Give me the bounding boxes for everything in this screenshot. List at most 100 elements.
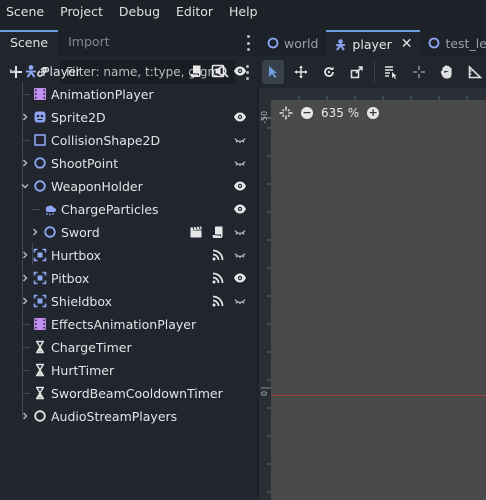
tree-node-shoot-point[interactable]: ShootPoint: [0, 152, 257, 175]
zoom-level[interactable]: 635 %: [321, 106, 359, 120]
node-indicators: [211, 294, 247, 308]
menu-debug[interactable]: Debug: [111, 0, 168, 24]
node2d-icon: [33, 179, 47, 193]
menu-scene[interactable]: Scene: [0, 0, 52, 24]
visibility-hidden-icon[interactable]: [233, 133, 247, 147]
node2d-icon: [267, 37, 279, 49]
collapse-arrow-icon[interactable]: [8, 66, 18, 76]
tree-node-effects-animation-player[interactable]: EffectsAnimationPlayer: [0, 313, 257, 336]
tab-scene[interactable]: Scene: [0, 30, 59, 56]
expand-arrow-icon[interactable]: [20, 112, 30, 122]
zoom-in-button[interactable]: +: [367, 107, 380, 119]
scene-tab-label: player: [352, 36, 392, 52]
signals-icon[interactable]: [211, 294, 225, 308]
tab-import[interactable]: Import: [58, 30, 120, 56]
scene-tab-player[interactable]: player ✕: [326, 30, 421, 56]
tree-node-animation-player[interactable]: AnimationPlayer: [0, 83, 257, 106]
tree-node-sword[interactable]: Sword: [0, 221, 257, 244]
node2d-icon: [429, 37, 440, 49]
expand-arrow-icon[interactable]: [20, 250, 30, 260]
signals-icon[interactable]: [211, 248, 225, 262]
tree-node-hurt-timer[interactable]: HurtTimer: [0, 359, 257, 382]
script-icon[interactable]: [211, 225, 225, 239]
collapse-arrow-icon[interactable]: [20, 181, 30, 191]
tree-node-player[interactable]: Player: [0, 60, 257, 83]
signals-icon[interactable]: [211, 271, 225, 285]
tree-node-label: WeaponHolder: [51, 179, 143, 194]
node2d-icon: [43, 225, 57, 239]
player-node-icon: [336, 38, 346, 51]
visibility-icon[interactable]: [233, 179, 247, 193]
expand-arrow-icon[interactable]: [20, 411, 30, 421]
ruler-corner: [259, 88, 271, 100]
timer-icon: [33, 340, 47, 354]
visibility-icon[interactable]: [233, 271, 247, 285]
timer-icon: [33, 363, 47, 377]
tree-node-shieldbox[interactable]: Shieldbox: [0, 290, 257, 313]
canvas-viewport[interactable]: -50 0 − 635 % +: [259, 88, 486, 500]
center-view-icon[interactable]: [279, 106, 293, 120]
pivot-icon: [413, 66, 426, 78]
expand-arrow-icon[interactable]: [20, 273, 30, 283]
scene-tab-test-level[interactable]: test_leve: [420, 30, 486, 56]
node-indicators: [233, 202, 247, 216]
list-select-icon: [385, 66, 398, 79]
tree-node-label: Shieldbox: [51, 294, 113, 309]
close-icon[interactable]: ✕: [401, 36, 413, 52]
visibility-hidden-icon[interactable]: [233, 294, 247, 308]
sprite2d-icon: [33, 110, 47, 124]
tree-node-pitbox[interactable]: Pitbox: [0, 267, 257, 290]
visibility-hidden-icon[interactable]: [233, 156, 247, 170]
menu-help[interactable]: Help: [221, 0, 266, 24]
menu-project[interactable]: Project: [52, 0, 111, 24]
tree-node-sword-beam-cooldown-timer[interactable]: SwordBeamCooldownTimer: [0, 382, 257, 405]
unique-name-icon[interactable]: [211, 64, 225, 78]
ruler-ticks: [261, 117, 271, 493]
pivot-button[interactable]: [408, 60, 430, 84]
expand-arrow-icon[interactable]: [30, 227, 40, 237]
tree-node-weapon-holder[interactable]: WeaponHolder: [0, 175, 257, 198]
node2d-icon: [33, 156, 47, 170]
node-indicators: [211, 271, 247, 285]
editor-area: world player ✕ test_leve: [259, 30, 486, 500]
tree-node-label: Pitbox: [51, 271, 90, 286]
visibility-icon[interactable]: [233, 64, 247, 78]
select-mode-button[interactable]: [262, 60, 284, 84]
scale-mode-button[interactable]: [346, 60, 368, 84]
zoom-out-button[interactable]: −: [301, 107, 313, 119]
menu-editor[interactable]: Editor: [168, 0, 221, 24]
node-indicators: [189, 64, 247, 78]
tree-node-collision-shape2d[interactable]: CollisionShape2D: [0, 129, 257, 152]
ruler-label-zero: 0: [260, 390, 269, 396]
visibility-hidden-icon[interactable]: [233, 225, 247, 239]
player-node-icon: [24, 64, 38, 78]
pan-mode-button[interactable]: [436, 60, 458, 84]
visibility-icon[interactable]: [233, 110, 247, 124]
tree-node-charge-timer[interactable]: ChargeTimer: [0, 336, 257, 359]
ruler-ticks: [298, 96, 468, 100]
tree-node-sprite2d[interactable]: Sprite2D: [0, 106, 257, 129]
script-icon[interactable]: [189, 64, 203, 78]
tree-node-hurtbox[interactable]: Hurtbox: [0, 244, 257, 267]
visibility-icon[interactable]: [233, 202, 247, 216]
move-mode-button[interactable]: [290, 60, 312, 84]
node-indicators: [233, 179, 247, 193]
ruler-mode-button[interactable]: [464, 60, 486, 84]
list-select-button[interactable]: [380, 60, 402, 84]
clapperboard-icon[interactable]: [189, 225, 203, 239]
tree-node-charge-particles[interactable]: ChargeParticles: [0, 198, 257, 221]
rotate-mode-button[interactable]: [318, 60, 340, 84]
tree-node-audio-stream-players[interactable]: AudioStreamPlayers: [0, 405, 257, 428]
menu-bar: Scene Project Debug Editor Help: [0, 0, 486, 24]
tree-node-label: SwordBeamCooldownTimer: [51, 386, 223, 401]
tree-node-label: AudioStreamPlayers: [51, 409, 178, 424]
dock-menu-icon[interactable]: [245, 35, 251, 51]
scene-tab-world[interactable]: world: [259, 30, 326, 56]
expand-arrow-icon[interactable]: [20, 158, 30, 168]
scene-tab-label: test_leve: [445, 35, 486, 51]
tree-node-label: CollisionShape2D: [51, 133, 161, 148]
scene-tabs: world player ✕ test_leve: [259, 30, 486, 56]
tree-node-label: ChargeTimer: [51, 340, 132, 355]
visibility-hidden-icon[interactable]: [233, 248, 247, 262]
expand-arrow-icon[interactable]: [20, 296, 30, 306]
